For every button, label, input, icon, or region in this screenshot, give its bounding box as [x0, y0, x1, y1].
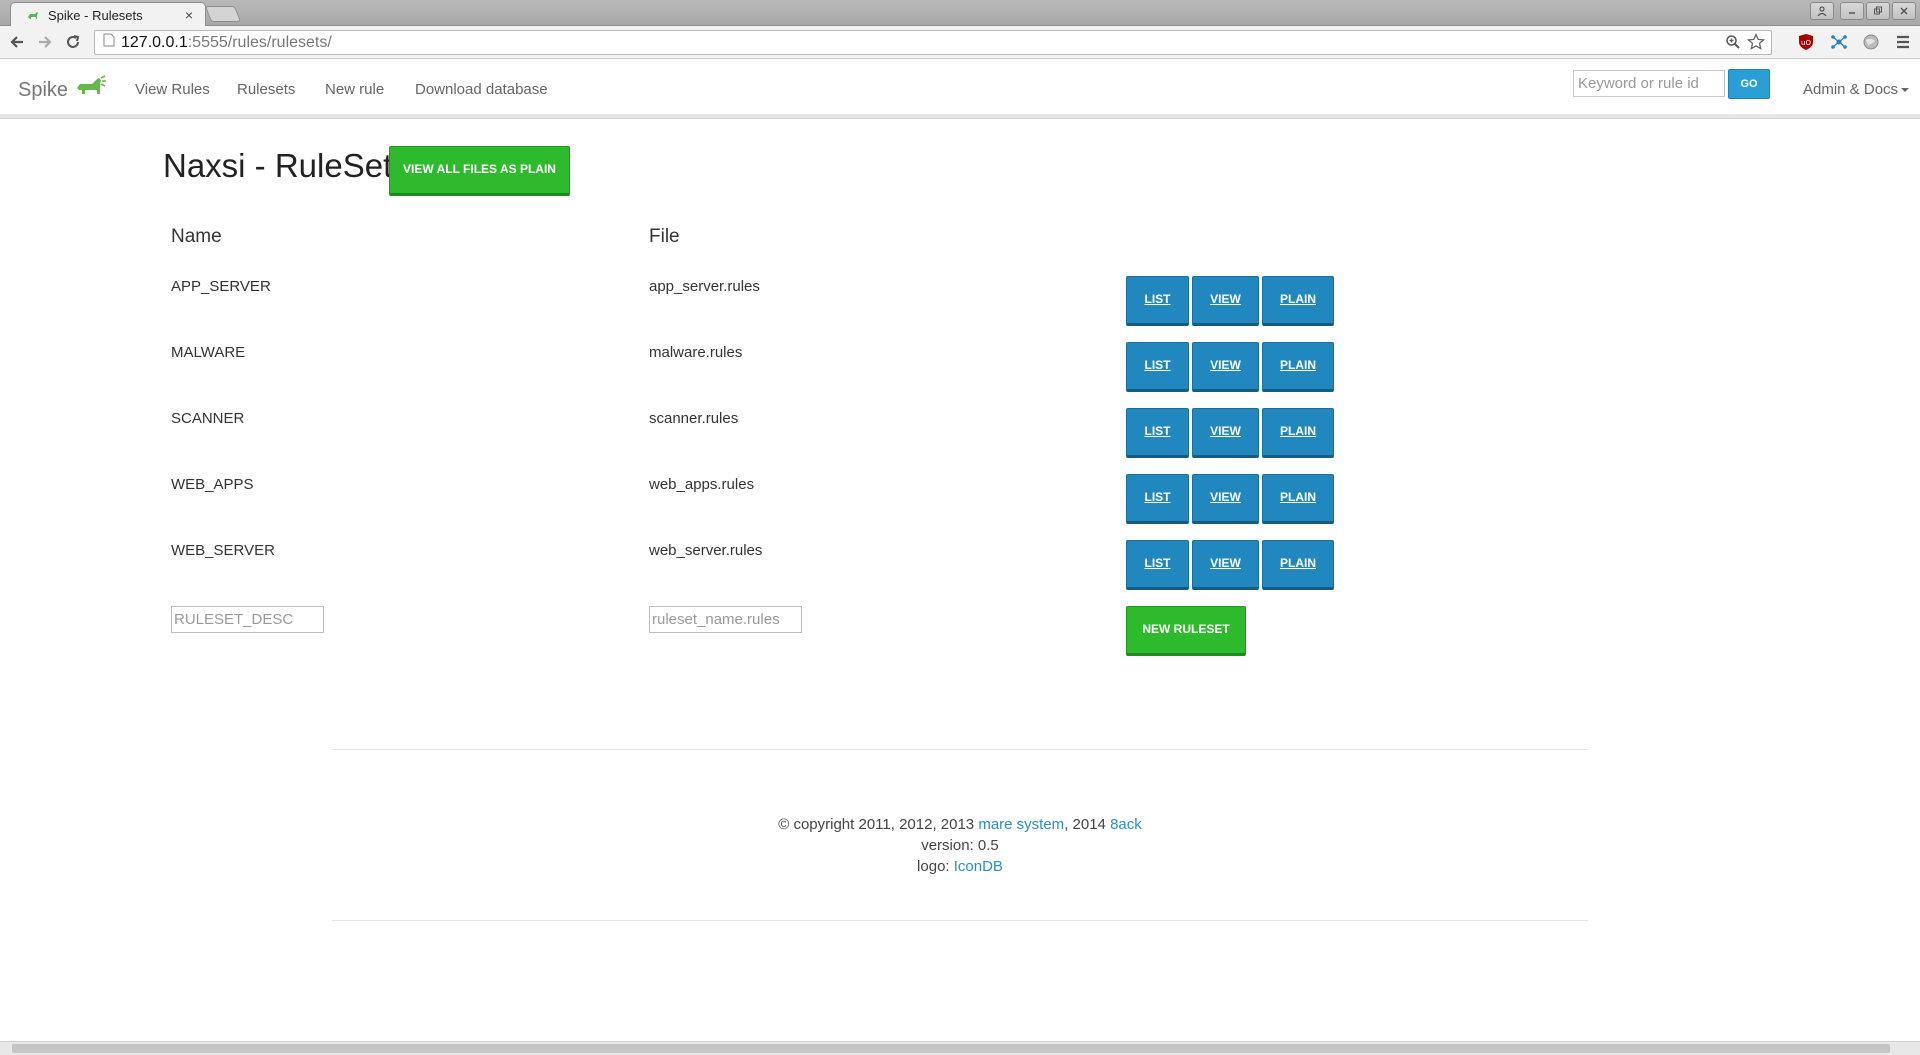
address-bar[interactable]: 127.0.0.1:5555/rules/rulesets/	[94, 30, 1772, 55]
ruleset-file: scanner.rules	[649, 410, 739, 427]
restore-icon[interactable]	[1866, 2, 1890, 20]
ruleset-name: APP_SERVER	[171, 278, 271, 295]
view-button[interactable]: VIEW	[1192, 342, 1259, 392]
page-title: Naxsi - RuleSets	[163, 147, 409, 184]
ruleset-file: app_server.rules	[649, 278, 760, 295]
site-navbar: Spike View Rules Rulesets New rule Downl…	[0, 60, 1920, 118]
nav-download-database[interactable]: Download database	[415, 81, 548, 98]
view-button[interactable]: VIEW	[1192, 540, 1259, 590]
reload-icon[interactable]	[62, 31, 84, 53]
tab-close-icon[interactable]: ×	[181, 7, 197, 23]
tab-title: Spike - Rulesets	[48, 7, 143, 23]
list-button[interactable]: LIST	[1126, 474, 1189, 524]
url-host: 127.0.0.1	[121, 33, 188, 51]
ruleset-file-input[interactable]	[649, 606, 802, 633]
profile-icon[interactable]	[1810, 2, 1834, 20]
plain-button[interactable]: PLAIN	[1262, 540, 1334, 590]
new-tab-button[interactable]	[204, 6, 242, 22]
list-button[interactable]: LIST	[1126, 276, 1189, 326]
ruleset-file: web_server.rules	[649, 542, 763, 559]
brand-link[interactable]: Spike	[18, 74, 108, 106]
browser-tabstrip: Spike - Rulesets ×	[0, 0, 1920, 27]
footer-divider-bottom	[332, 920, 1588, 921]
back-arrow-icon[interactable]	[6, 31, 28, 53]
ruleset-name: WEB_SERVER	[171, 542, 275, 559]
new-ruleset-button[interactable]: NEW RULESET	[1126, 606, 1246, 656]
minimize-icon[interactable]	[1840, 2, 1864, 20]
footer-logo-credit: logo: IconDB	[0, 858, 1920, 875]
menu-hamburger-icon[interactable]	[1892, 31, 1914, 53]
column-header-file: File	[649, 226, 680, 247]
nav-rulesets[interactable]: Rulesets	[237, 81, 295, 98]
8ack-link[interactable]: 8ack	[1110, 816, 1142, 833]
admin-docs-dropdown[interactable]: Admin & Docs	[1803, 81, 1910, 98]
ublock-shield-icon[interactable]: uO	[1795, 31, 1817, 53]
view-button[interactable]: VIEW	[1192, 276, 1259, 326]
view-button[interactable]: VIEW	[1192, 408, 1259, 458]
list-button[interactable]: LIST	[1126, 540, 1189, 590]
ruleset-file: web_apps.rules	[649, 476, 755, 493]
network-extension-icon[interactable]	[1828, 31, 1850, 53]
svg-text:uO: uO	[1801, 39, 1811, 47]
nav-view-rules[interactable]: View Rules	[135, 81, 210, 98]
nav-new-rule[interactable]: New rule	[325, 81, 384, 98]
spike-favicon-icon	[25, 7, 41, 23]
search-input[interactable]	[1573, 70, 1725, 97]
browser-toolbar: 127.0.0.1:5555/rules/rulesets/ uO	[0, 26, 1920, 59]
window-close-icon[interactable]	[1892, 2, 1916, 20]
plain-button[interactable]: PLAIN	[1262, 342, 1334, 392]
forward-arrow-icon[interactable]	[34, 31, 56, 53]
ruleset-name: MALWARE	[171, 344, 246, 361]
mare-system-link[interactable]: mare system	[978, 816, 1064, 833]
go-button[interactable]: GO	[1728, 69, 1770, 99]
ruleset-name: WEB_APPS	[171, 476, 254, 493]
list-button[interactable]: LIST	[1126, 408, 1189, 458]
plain-button[interactable]: PLAIN	[1262, 474, 1334, 524]
page-icon	[103, 33, 115, 52]
bookmark-star-icon[interactable]	[1746, 32, 1766, 56]
plain-button[interactable]: PLAIN	[1262, 408, 1334, 458]
globe-extension-icon[interactable]	[1860, 31, 1882, 53]
footer-divider-top	[332, 749, 1588, 750]
browser-tab[interactable]: Spike - Rulesets ×	[10, 2, 206, 27]
brand-text: Spike	[18, 78, 69, 101]
footer-copyright: © copyright 2011, 2012, 2013 mare system…	[0, 816, 1920, 833]
admin-docs-label: Admin & Docs	[1803, 81, 1899, 98]
ruleset-name: SCANNER	[171, 410, 245, 427]
url-path: :5555/rules/rulesets/	[187, 33, 332, 51]
zoom-icon[interactable]	[1725, 34, 1741, 55]
footer-version: version: 0.5	[921, 837, 999, 854]
column-header-name: Name	[171, 226, 222, 247]
list-button[interactable]: LIST	[1126, 342, 1189, 392]
scrollbar-thumb[interactable]	[12, 1044, 1890, 1053]
ruleset-file: malware.rules	[649, 344, 743, 361]
copyright-middle: , 2014	[1064, 816, 1111, 833]
logo-credit-text: logo:	[917, 858, 954, 875]
view-all-files-as-plain-button[interactable]: VIEW ALL FILES AS PLAIN	[389, 146, 570, 196]
plain-button[interactable]: PLAIN	[1262, 276, 1334, 326]
copyright-text: © copyright 2011, 2012, 2013	[778, 816, 979, 833]
ruleset-desc-input[interactable]	[171, 606, 324, 633]
caret-down-icon	[1901, 88, 1910, 93]
horizontal-scrollbar[interactable]	[0, 1041, 1920, 1055]
view-button[interactable]: VIEW	[1192, 474, 1259, 524]
icondb-link[interactable]: IconDB	[954, 858, 1003, 875]
spike-dog-logo-icon	[74, 74, 108, 106]
